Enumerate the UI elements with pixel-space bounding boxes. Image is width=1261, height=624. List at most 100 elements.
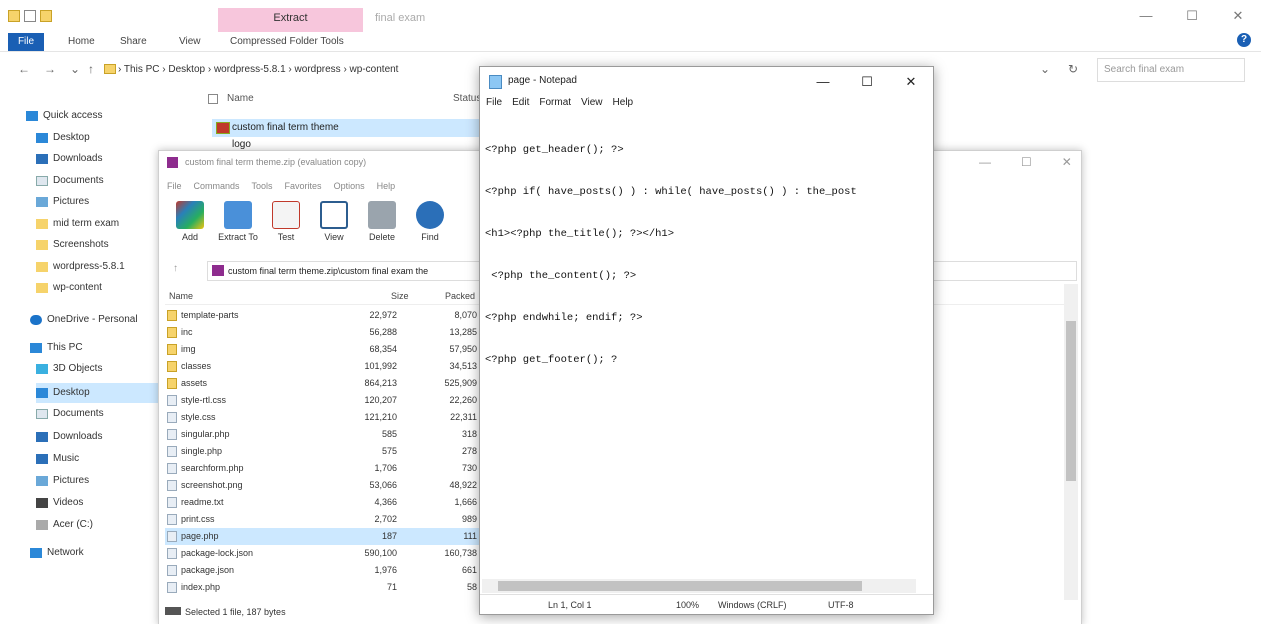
up-arrow-icon[interactable]: ↑	[173, 263, 178, 274]
menu-help[interactable]: Help	[377, 181, 396, 191]
maximize-button[interactable]: ☐	[845, 67, 889, 97]
archive-row[interactable]: index.php 71 58	[165, 579, 481, 596]
nav-pictures[interactable]: Pictures	[36, 192, 89, 212]
back-arrow-icon[interactable]: ←	[18, 62, 30, 76]
nav-onedrive[interactable]: OneDrive - Personal	[30, 310, 138, 330]
desktop-icon	[36, 133, 48, 143]
nav-pictures-pc[interactable]: Pictures	[36, 471, 89, 491]
menu-view[interactable]: View	[581, 97, 603, 108]
add-button[interactable]: Add	[173, 201, 207, 242]
archive-row[interactable]: searchform.php 1,706 730	[165, 460, 481, 477]
delete-button[interactable]: Delete	[365, 201, 399, 242]
archive-row[interactable]: package.json 1,976 661	[165, 562, 481, 579]
minimize-button[interactable]: —	[979, 155, 991, 169]
archive-row[interactable]: inc 56,288 13,285	[165, 324, 481, 341]
select-all-checkbox[interactable]	[208, 94, 218, 104]
test-button[interactable]: Test	[269, 201, 303, 242]
find-button[interactable]: Find	[413, 201, 447, 242]
menu-tools[interactable]: Tools	[252, 181, 273, 191]
archive-row[interactable]: template-parts 22,972 8,070	[165, 307, 481, 324]
nav-documents[interactable]: Documents	[36, 171, 104, 191]
forward-arrow-icon[interactable]: →	[44, 62, 56, 76]
archive-row[interactable]: single.php 575 278	[165, 443, 481, 460]
maximize-button[interactable]: ☐	[1169, 4, 1215, 28]
archive-row[interactable]: print.css 2,702 989	[165, 511, 481, 528]
minimize-button[interactable]: —	[1123, 4, 1169, 28]
notepad-text-area[interactable]: <?php get_header(); ?> <?php if( have_po…	[485, 115, 917, 575]
file-row[interactable]: logo	[232, 139, 251, 150]
menu-file[interactable]: File	[167, 181, 182, 191]
column-size[interactable]: Size	[391, 287, 409, 305]
archive-row[interactable]: img 68,354 57,950	[165, 341, 481, 358]
nav-desktop-pc[interactable]: Desktop	[36, 383, 160, 403]
file-list-header: Name Status	[205, 90, 481, 110]
new-folder-icon[interactable]	[40, 10, 52, 22]
videos-icon	[36, 498, 48, 508]
archive-row[interactable]: package-lock.json 590,100 160,738	[165, 545, 481, 562]
help-icon[interactable]: ?	[1237, 33, 1251, 47]
nav-documents-pc[interactable]: Documents	[36, 404, 104, 424]
refresh-icon[interactable]: ↻	[1068, 62, 1078, 76]
tab-view[interactable]: View	[179, 36, 201, 47]
column-name[interactable]: Name	[227, 93, 254, 104]
close-button[interactable]: ✕	[889, 67, 933, 97]
archive-row[interactable]: screenshot.png 53,066 48,922	[165, 477, 481, 494]
archive-row-packed: 22,260	[449, 395, 477, 405]
address-bar[interactable]: › This PC › Desktop › wordpress-5.8.1 › …	[118, 60, 484, 80]
file-icon	[167, 446, 177, 457]
nav-wordpress[interactable]: wordpress-5.8.1	[36, 257, 125, 277]
nav-this-pc[interactable]: This PC	[30, 338, 83, 358]
menu-file[interactable]: File	[486, 97, 502, 108]
scrollbar-thumb[interactable]	[1066, 321, 1076, 481]
maximize-button[interactable]: ☐	[1021, 155, 1032, 169]
menu-options[interactable]: Options	[334, 181, 365, 191]
archive-row[interactable]: page.php 187 111	[165, 528, 481, 545]
scrollbar-thumb[interactable]	[498, 581, 862, 591]
search-input[interactable]: Search final exam	[1097, 58, 1245, 82]
extract-to-button[interactable]: Extract To	[218, 201, 258, 242]
close-button[interactable]: ✕	[1062, 155, 1072, 169]
nav-3d-objects[interactable]: 3D Objects	[36, 359, 102, 379]
minimize-button[interactable]: —	[801, 67, 845, 97]
tab-compressed-folder-tools[interactable]: Compressed Folder Tools	[230, 36, 344, 47]
archive-row[interactable]: style-rtl.css 120,207 22,260	[165, 392, 481, 409]
tab-file[interactable]: File	[8, 33, 44, 51]
column-status[interactable]: Status	[453, 93, 481, 104]
tab-home[interactable]: Home	[68, 36, 95, 47]
archive-row[interactable]: style.css 121,210 22,311	[165, 409, 481, 426]
archive-row[interactable]: readme.txt 4,366 1,666	[165, 494, 481, 511]
archive-row[interactable]: assets 864,213 525,909	[165, 375, 481, 392]
menu-edit[interactable]: Edit	[512, 97, 529, 108]
address-dropdown-icon[interactable]: ⌄	[1040, 62, 1050, 76]
nav-mid-term-exam[interactable]: mid term exam	[36, 214, 119, 234]
column-name[interactable]: Name	[169, 287, 193, 305]
menu-help[interactable]: Help	[613, 97, 634, 108]
nav-drive-c[interactable]: Acer (C:)	[36, 515, 93, 535]
nav-quick-access[interactable]: Quick access	[26, 106, 102, 126]
menu-favorites[interactable]: Favorites	[285, 181, 322, 191]
column-packed[interactable]: Packed	[445, 287, 475, 305]
menu-commands[interactable]: Commands	[194, 181, 240, 191]
file-icon	[167, 395, 177, 406]
tab-share[interactable]: Share	[120, 36, 147, 47]
archive-row[interactable]: classes 101,992 34,513	[165, 358, 481, 375]
close-button[interactable]: ✕	[1215, 4, 1261, 28]
nav-desktop[interactable]: Desktop	[36, 128, 90, 148]
folder-icon[interactable]	[8, 10, 20, 22]
extract-context-tab[interactable]: Extract	[218, 8, 363, 32]
nav-downloads[interactable]: Downloads	[36, 149, 102, 169]
archive-row[interactable]: singular.php 585 318	[165, 426, 481, 443]
nav-music[interactable]: Music	[36, 449, 79, 469]
menu-format[interactable]: Format	[539, 97, 571, 108]
nav-downloads-pc[interactable]: Downloads	[36, 427, 102, 447]
properties-icon[interactable]	[24, 10, 36, 22]
nav-videos[interactable]: Videos	[36, 493, 83, 513]
archive-row-size: 2,702	[374, 514, 397, 524]
nav-screenshots[interactable]: Screenshots	[36, 235, 109, 255]
view-button[interactable]: View	[317, 201, 351, 242]
nav-wp-content[interactable]: wp-content	[36, 278, 102, 298]
up-arrow-icon[interactable]: ↑	[88, 62, 94, 76]
file-row-selected[interactable]: custom final term theme	[212, 119, 480, 137]
recent-chevron-icon[interactable]: ⌄	[70, 62, 80, 76]
nav-network[interactable]: Network	[30, 543, 84, 563]
